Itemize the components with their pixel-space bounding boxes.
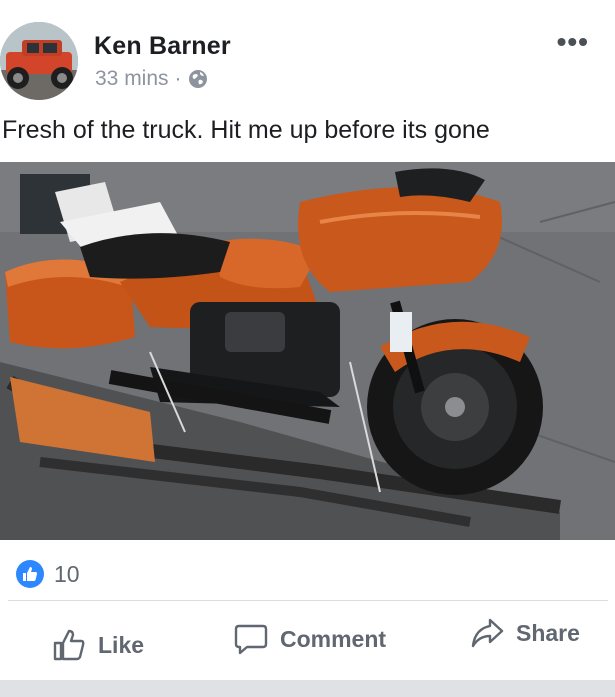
thumbs-up-icon bbox=[16, 560, 44, 588]
share-label: Share bbox=[516, 619, 580, 646]
share-arrow-icon bbox=[471, 618, 504, 648]
motorcycle-photo bbox=[0, 162, 615, 540]
action-bar: Like Comment Share bbox=[0, 612, 615, 672]
like-label: Like bbox=[98, 631, 145, 658]
post-card: Ken Barner 33 mins · ••• Fresh of the tr… bbox=[0, 0, 615, 680]
avatar[interactable] bbox=[0, 22, 78, 100]
divider bbox=[8, 600, 608, 601]
post-timestamp[interactable]: 33 mins bbox=[95, 67, 169, 91]
share-button[interactable]: Share bbox=[470, 616, 580, 650]
more-options-icon[interactable]: ••• bbox=[557, 28, 589, 56]
comment-bubble-icon bbox=[234, 624, 268, 655]
feed-background bbox=[0, 680, 615, 697]
comment-label: Comment bbox=[280, 625, 387, 652]
post-meta: 33 mins · bbox=[95, 67, 208, 91]
post-text: Fresh of the truck. Hit me up before its… bbox=[2, 116, 490, 144]
reaction-count: 10 bbox=[54, 560, 80, 587]
like-button[interactable]: Like bbox=[52, 628, 144, 662]
avatar-jeep-image bbox=[0, 22, 78, 100]
author-name[interactable]: Ken Barner bbox=[94, 32, 231, 61]
comment-button[interactable]: Comment bbox=[234, 622, 386, 656]
thumbs-up-outline-icon bbox=[53, 629, 85, 661]
meta-separator: · bbox=[174, 67, 182, 90]
reaction-summary[interactable]: 10 bbox=[16, 560, 80, 588]
post-photo[interactable] bbox=[0, 162, 615, 540]
globe-icon[interactable] bbox=[188, 69, 208, 89]
